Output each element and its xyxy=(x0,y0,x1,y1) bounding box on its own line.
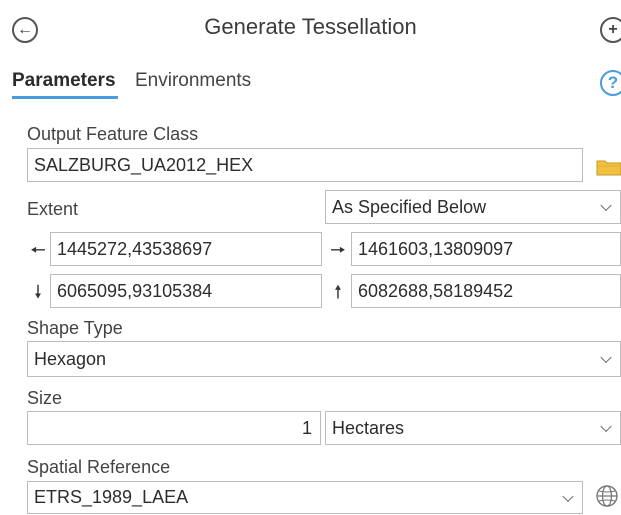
tab-parameters[interactable]: Parameters xyxy=(12,70,116,92)
arrow-right-icon: 🠖 xyxy=(330,240,346,260)
shape-type-value: Hexagon xyxy=(34,348,107,369)
extent-bottom-input[interactable]: 6065095,93105384 xyxy=(50,274,322,308)
size-unit-dropdown[interactable]: Hectares xyxy=(325,411,621,445)
spatial-reference-dropdown[interactable]: ETRS_1989_LAEA xyxy=(27,481,583,514)
extent-right-input[interactable]: 1461603,13809097 xyxy=(351,232,621,266)
arrow-left-icon: 🠔 xyxy=(30,240,46,260)
size-unit-value: Hectares xyxy=(332,417,405,438)
chevron-down-icon xyxy=(600,351,612,364)
globe-icon[interactable] xyxy=(595,484,619,508)
extent-selected-value: As Specified Below xyxy=(332,196,487,217)
plus-icon[interactable]: + xyxy=(600,17,621,43)
spatial-reference-value: ETRS_1989_LAEA xyxy=(34,487,189,507)
extent-dropdown[interactable]: As Specified Below xyxy=(325,190,621,224)
extent-bottom-value: 6065095,93105384 xyxy=(57,280,213,301)
shape-type-dropdown[interactable]: Hexagon xyxy=(27,341,621,377)
arrow-down-icon: 🠗 xyxy=(34,282,42,302)
chevron-down-icon xyxy=(562,490,574,502)
size-input[interactable]: 1 xyxy=(27,411,321,445)
size-value: 1 xyxy=(301,417,312,438)
output-feature-class-label: Output Feature Class xyxy=(27,124,199,144)
tab-environments[interactable]: Environments xyxy=(135,70,251,92)
extent-left-input[interactable]: 1445272,43538697 xyxy=(50,232,322,266)
spatial-reference-label: Spatial Reference xyxy=(27,457,171,477)
extent-left-value: 1445272,43538697 xyxy=(57,238,213,259)
output-feature-class-value: SALZBURG_UA2012_HEX xyxy=(34,154,254,175)
shape-type-label: Shape Type xyxy=(27,318,123,338)
size-label: Size xyxy=(27,388,63,408)
arrow-up-icon: 🠕 xyxy=(334,282,342,302)
extent-top-value: 6082688,58189452 xyxy=(358,280,514,301)
output-feature-class-input[interactable]: SALZBURG_UA2012_HEX xyxy=(27,148,583,182)
chevron-down-icon xyxy=(600,199,612,212)
extent-right-value: 1461603,13809097 xyxy=(358,238,514,259)
extent-label: Extent xyxy=(27,199,79,219)
help-icon[interactable]: ? xyxy=(600,70,621,96)
chevron-down-icon xyxy=(600,420,612,433)
tool-title: Generate Tessellation xyxy=(204,14,417,39)
folder-icon[interactable] xyxy=(596,158,621,176)
extent-top-input[interactable]: 6082688,58189452 xyxy=(351,274,621,308)
tab-active-indicator xyxy=(12,96,118,99)
